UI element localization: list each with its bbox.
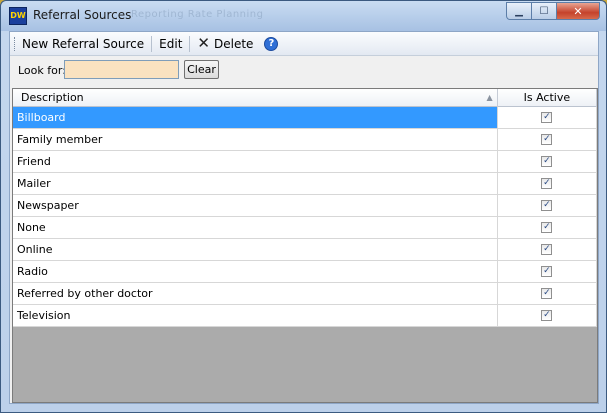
- search-input[interactable]: [64, 60, 179, 79]
- is-active-cell: ✓: [498, 217, 597, 238]
- sort-ascending-icon: ▲: [486, 93, 493, 102]
- maximize-button[interactable]: ☐: [532, 2, 557, 20]
- column-header-is-active[interactable]: Is Active: [498, 89, 597, 107]
- description-cell[interactable]: Billboard: [13, 107, 498, 128]
- delete-button[interactable]: ✕ Delete: [192, 36, 258, 51]
- is-active-checkbox[interactable]: ✓: [541, 156, 553, 167]
- is-active-cell: ✓: [498, 129, 597, 150]
- description-cell[interactable]: Friend: [13, 151, 498, 172]
- description-cell[interactable]: Family member: [13, 129, 498, 150]
- minimize-button[interactable]: ▁: [506, 2, 532, 20]
- is-active-checkbox[interactable]: ✓: [541, 288, 553, 299]
- column-header-description[interactable]: Description ▲: [13, 89, 498, 107]
- table-row[interactable]: Mailer ✓: [13, 173, 597, 195]
- is-active-cell: ✓: [498, 107, 597, 128]
- client-area: New Referral Source Edit ✕ Delete ? Look…: [9, 31, 599, 404]
- is-active-cell: ✓: [498, 305, 597, 326]
- description-cell[interactable]: Online: [13, 239, 498, 260]
- delete-x-icon: ✕: [197, 34, 210, 52]
- is-active-cell: ✓: [498, 283, 597, 304]
- edit-button[interactable]: Edit: [154, 37, 187, 51]
- table-row[interactable]: Newspaper ✓: [13, 195, 597, 217]
- description-cell[interactable]: Television: [13, 305, 498, 326]
- description-cell[interactable]: None: [13, 217, 498, 238]
- clear-button[interactable]: Clear: [184, 60, 219, 79]
- table-row[interactable]: Television ✓: [13, 305, 597, 327]
- is-active-checkbox[interactable]: ✓: [541, 310, 553, 321]
- close-button[interactable]: ✕: [557, 2, 600, 20]
- table-row[interactable]: Billboard ✓: [13, 107, 597, 129]
- new-referral-source-button[interactable]: New Referral Source: [17, 37, 149, 51]
- is-active-checkbox[interactable]: ✓: [541, 266, 553, 277]
- grid-header: Description ▲ Is Active: [13, 89, 597, 107]
- is-active-cell: ✓: [498, 195, 597, 216]
- window-controls: ▁ ☐ ✕: [506, 2, 600, 20]
- window-title: Referral Sources: [33, 8, 132, 22]
- is-active-cell: ✓: [498, 151, 597, 172]
- referral-sources-window: DW Referral Sources Reporting Rate Plann…: [0, 0, 607, 413]
- app-logo-icon: DW: [9, 7, 27, 25]
- column-header-label: Description: [21, 91, 84, 104]
- toolbar: New Referral Source Edit ✕ Delete ?: [10, 32, 598, 56]
- is-active-checkbox[interactable]: ✓: [541, 178, 553, 189]
- is-active-checkbox[interactable]: ✓: [541, 244, 553, 255]
- delete-label: Delete: [213, 36, 254, 51]
- referral-sources-grid: Description ▲ Is Active Billboard ✓ Family…: [12, 88, 598, 403]
- table-row[interactable]: None ✓: [13, 217, 597, 239]
- table-row[interactable]: Radio ✓: [13, 261, 597, 283]
- is-active-checkbox[interactable]: ✓: [541, 134, 553, 145]
- is-active-checkbox[interactable]: ✓: [541, 222, 553, 233]
- background-menu-text: Reporting Rate Planning: [131, 9, 264, 20]
- description-cell[interactable]: Referred by other doctor: [13, 283, 498, 304]
- is-active-cell: ✓: [498, 261, 597, 282]
- table-row[interactable]: Family member ✓: [13, 129, 597, 151]
- grid-body: Billboard ✓ Family member ✓ Friend ✓ Mailer ✓ Ne…: [13, 107, 597, 327]
- is-active-checkbox[interactable]: ✓: [541, 200, 553, 211]
- search-row: Look for: Clear: [10, 56, 598, 86]
- is-active-cell: ✓: [498, 173, 597, 194]
- look-for-label: Look for:: [18, 64, 66, 77]
- help-icon[interactable]: ?: [264, 36, 279, 51]
- description-cell[interactable]: Newspaper: [13, 195, 498, 216]
- is-active-cell: ✓: [498, 239, 597, 260]
- table-row[interactable]: Friend ✓: [13, 151, 597, 173]
- title-bar[interactable]: DW Referral Sources Reporting Rate Plann…: [1, 1, 606, 31]
- table-row[interactable]: Referred by other doctor ✓: [13, 283, 597, 305]
- description-cell[interactable]: Radio: [13, 261, 498, 282]
- is-active-checkbox[interactable]: ✓: [541, 112, 553, 123]
- toolbar-separator: [189, 35, 191, 52]
- toolbar-separator: [151, 35, 153, 52]
- table-row[interactable]: Online ✓: [13, 239, 597, 261]
- description-cell[interactable]: Mailer: [13, 173, 498, 194]
